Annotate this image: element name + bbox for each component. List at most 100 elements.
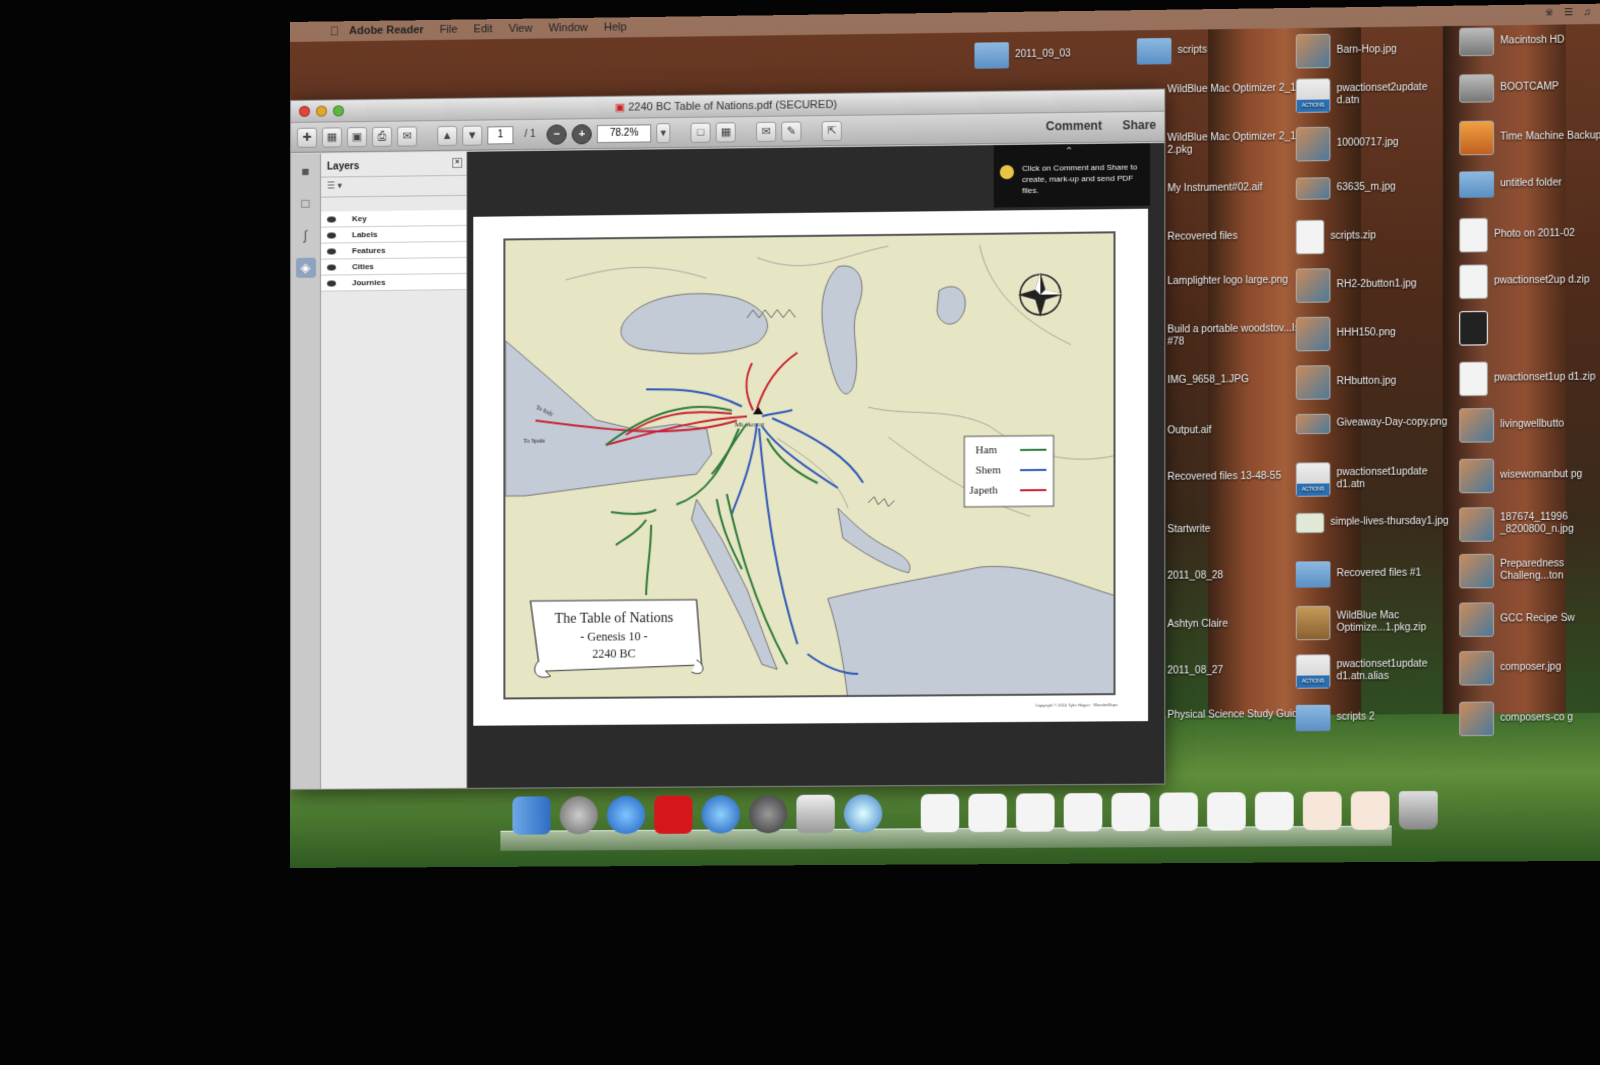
system-preferences-icon[interactable]: [559, 796, 598, 835]
desktop-icon[interactable]: pwactionset1up d1.zip: [1459, 360, 1600, 397]
page-number-input[interactable]: 1: [487, 125, 514, 144]
desktop-icon[interactable]: Giveaway-Day-copy.png: [1295, 413, 1449, 435]
itunes-icon[interactable]: [701, 795, 740, 834]
collapse-caret-icon[interactable]: ⌃: [1065, 146, 1074, 157]
highlight-icon[interactable]: ✎: [781, 120, 802, 142]
desktop-icon[interactable]: pwactionset2update d.atn: [1295, 77, 1449, 114]
adobe-reader-icon[interactable]: [654, 795, 693, 834]
full-screen-icon[interactable]: ⇱: [821, 120, 842, 141]
desktop-icon[interactable]: RH2-2button1.jpg: [1295, 267, 1449, 303]
desktop-icon[interactable]: scripts: [1136, 36, 1290, 65]
trash-icon[interactable]: [1398, 790, 1438, 830]
desktop-icon[interactable]: composers-co g: [1459, 701, 1600, 737]
desktop-icon[interactable]: Preparedness Challeng...ton: [1459, 553, 1600, 589]
pages-icon[interactable]: □: [295, 194, 315, 214]
desktop-icon[interactable]: livingwellbutto: [1459, 407, 1600, 443]
desktop-icon[interactable]: wisewomanbut pg: [1459, 457, 1600, 494]
print-icon[interactable]: ⎙: [372, 126, 393, 147]
layer-item[interactable]: Labels: [320, 225, 467, 244]
desktop-icon[interactable]: scripts 2: [1295, 704, 1449, 732]
volume-icon[interactable]: ♫: [1583, 7, 1591, 18]
zoom-out-icon[interactable]: −: [546, 123, 567, 145]
desktop-icon[interactable]: WildBlue Mac Optimize...1.pkg.zip: [1295, 605, 1449, 641]
previous-page-icon[interactable]: ▲: [437, 125, 458, 146]
bluetooth-icon[interactable]: ※: [1545, 7, 1554, 18]
minimized-window-icon[interactable]: [1350, 791, 1390, 830]
script-editor-icon[interactable]: [748, 794, 788, 834]
desktop-icon[interactable]: BOOTCAMP: [1459, 72, 1600, 103]
save-icon[interactable]: ▣: [347, 126, 368, 147]
document-viewer[interactable]: ⌃ Click on Comment and Share to create, …: [467, 142, 1165, 788]
wifi-icon[interactable]: ☰: [1564, 7, 1573, 18]
share-pane-button[interactable]: Share: [1122, 118, 1156, 133]
lock-icon[interactable]: ■: [295, 162, 315, 182]
minimized-window-icon[interactable]: [1016, 793, 1055, 832]
minimized-window-icon[interactable]: [920, 793, 960, 833]
dvd-player-icon[interactable]: [796, 794, 835, 834]
menu-window[interactable]: Window: [549, 22, 588, 35]
fit-page-icon[interactable]: □: [690, 122, 711, 143]
app-store-icon[interactable]: [606, 795, 646, 835]
desktop-icon[interactable]: Recovered files #1: [1295, 560, 1449, 588]
zoom-button[interactable]: [333, 105, 345, 117]
desktop-icon[interactable]: Macintosh HD: [1459, 26, 1600, 57]
desktop-icon[interactable]: GCC Recipe Sw: [1459, 601, 1600, 638]
desktop-icon[interactable]: Barn-Hop.jpg: [1295, 32, 1449, 69]
eye-icon[interactable]: [327, 263, 337, 271]
desktop-icon[interactable]: simple-lives-thursday1.jpg: [1295, 512, 1449, 534]
minimized-window-icon[interactable]: [968, 793, 1007, 833]
zoom-dropdown-icon[interactable]: ▾: [656, 122, 671, 143]
desktop-icon[interactable]: Time Machine Backups: [1459, 119, 1600, 156]
eye-icon[interactable]: [327, 231, 337, 239]
menu-help[interactable]: Help: [604, 21, 627, 33]
email-icon[interactable]: ✉: [397, 125, 418, 147]
layer-item[interactable]: Journies: [320, 273, 467, 292]
desktop-icon[interactable]: 187674_11996 _8200800_n.jpg: [1459, 506, 1600, 542]
desktop-icon[interactable]: pwactionset2up d.zip: [1459, 263, 1600, 300]
layer-item[interactable]: Key: [320, 209, 467, 228]
eye-icon[interactable]: [327, 215, 337, 223]
fit-width-icon[interactable]: ▦: [715, 121, 736, 143]
minimized-window-icon[interactable]: [1111, 792, 1151, 832]
minimized-window-icon[interactable]: [1254, 791, 1294, 831]
layer-item[interactable]: Features: [320, 241, 467, 260]
minimized-window-icon[interactable]: [1302, 791, 1342, 831]
safari-icon[interactable]: [843, 794, 883, 833]
minimized-window-icon[interactable]: [1159, 792, 1198, 831]
layers-icon[interactable]: ◈: [295, 257, 316, 278]
next-page-icon[interactable]: ▼: [462, 125, 483, 146]
eye-icon[interactable]: [327, 279, 337, 287]
close-button[interactable]: [298, 105, 310, 117]
menu-file[interactable]: File: [440, 24, 458, 36]
desktop-icon[interactable]: pwactionset1update d1.atn.alias: [1295, 653, 1449, 689]
menu-edit[interactable]: Edit: [474, 23, 493, 35]
layers-options-button[interactable]: ☰ ▾: [320, 175, 467, 198]
layer-item[interactable]: Cities: [320, 257, 467, 276]
zoom-level-input[interactable]: 78.2%: [596, 123, 652, 143]
desktop-icon[interactable]: scripts.zip: [1295, 218, 1449, 255]
menu-view[interactable]: View: [509, 23, 533, 35]
desktop-icon[interactable]: HHH150.png: [1295, 315, 1449, 352]
desktop-icon[interactable]: composer.jpg: [1459, 650, 1600, 686]
desktop-icon[interactable]: Photo on 2011-02: [1459, 216, 1600, 253]
desktop-icon[interactable]: untitled folder: [1459, 170, 1600, 198]
create-icon[interactable]: ✚: [296, 127, 317, 148]
minimize-button[interactable]: [315, 105, 328, 117]
desktop-icon[interactable]: [1459, 310, 1600, 346]
comment-pane-button[interactable]: Comment: [1046, 119, 1102, 134]
minimized-window-icon[interactable]: [1063, 793, 1103, 832]
desktop-icon[interactable]: RHbutton.jpg: [1295, 364, 1449, 400]
desktop-icon[interactable]: 2011_09_03: [974, 41, 1126, 69]
desktop-icon[interactable]: pwactionset1update d1.atn: [1295, 461, 1449, 497]
eye-icon[interactable]: [327, 247, 337, 255]
menu-app-name[interactable]: Adobe Reader: [349, 24, 424, 37]
desktop-icon[interactable]: 63635_m.jpg: [1295, 176, 1449, 200]
finder-icon[interactable]: [512, 796, 551, 835]
attachment-icon[interactable]: ∫: [295, 226, 315, 246]
desktop-icon[interactable]: 10000717.jpg: [1295, 125, 1449, 162]
zoom-in-icon[interactable]: +: [571, 123, 592, 144]
minimized-window-icon[interactable]: [1207, 792, 1246, 831]
open-icon[interactable]: ▦: [321, 126, 343, 148]
sticky-note-icon[interactable]: ✉: [756, 121, 777, 142]
close-panel-icon[interactable]: ×: [452, 157, 463, 168]
